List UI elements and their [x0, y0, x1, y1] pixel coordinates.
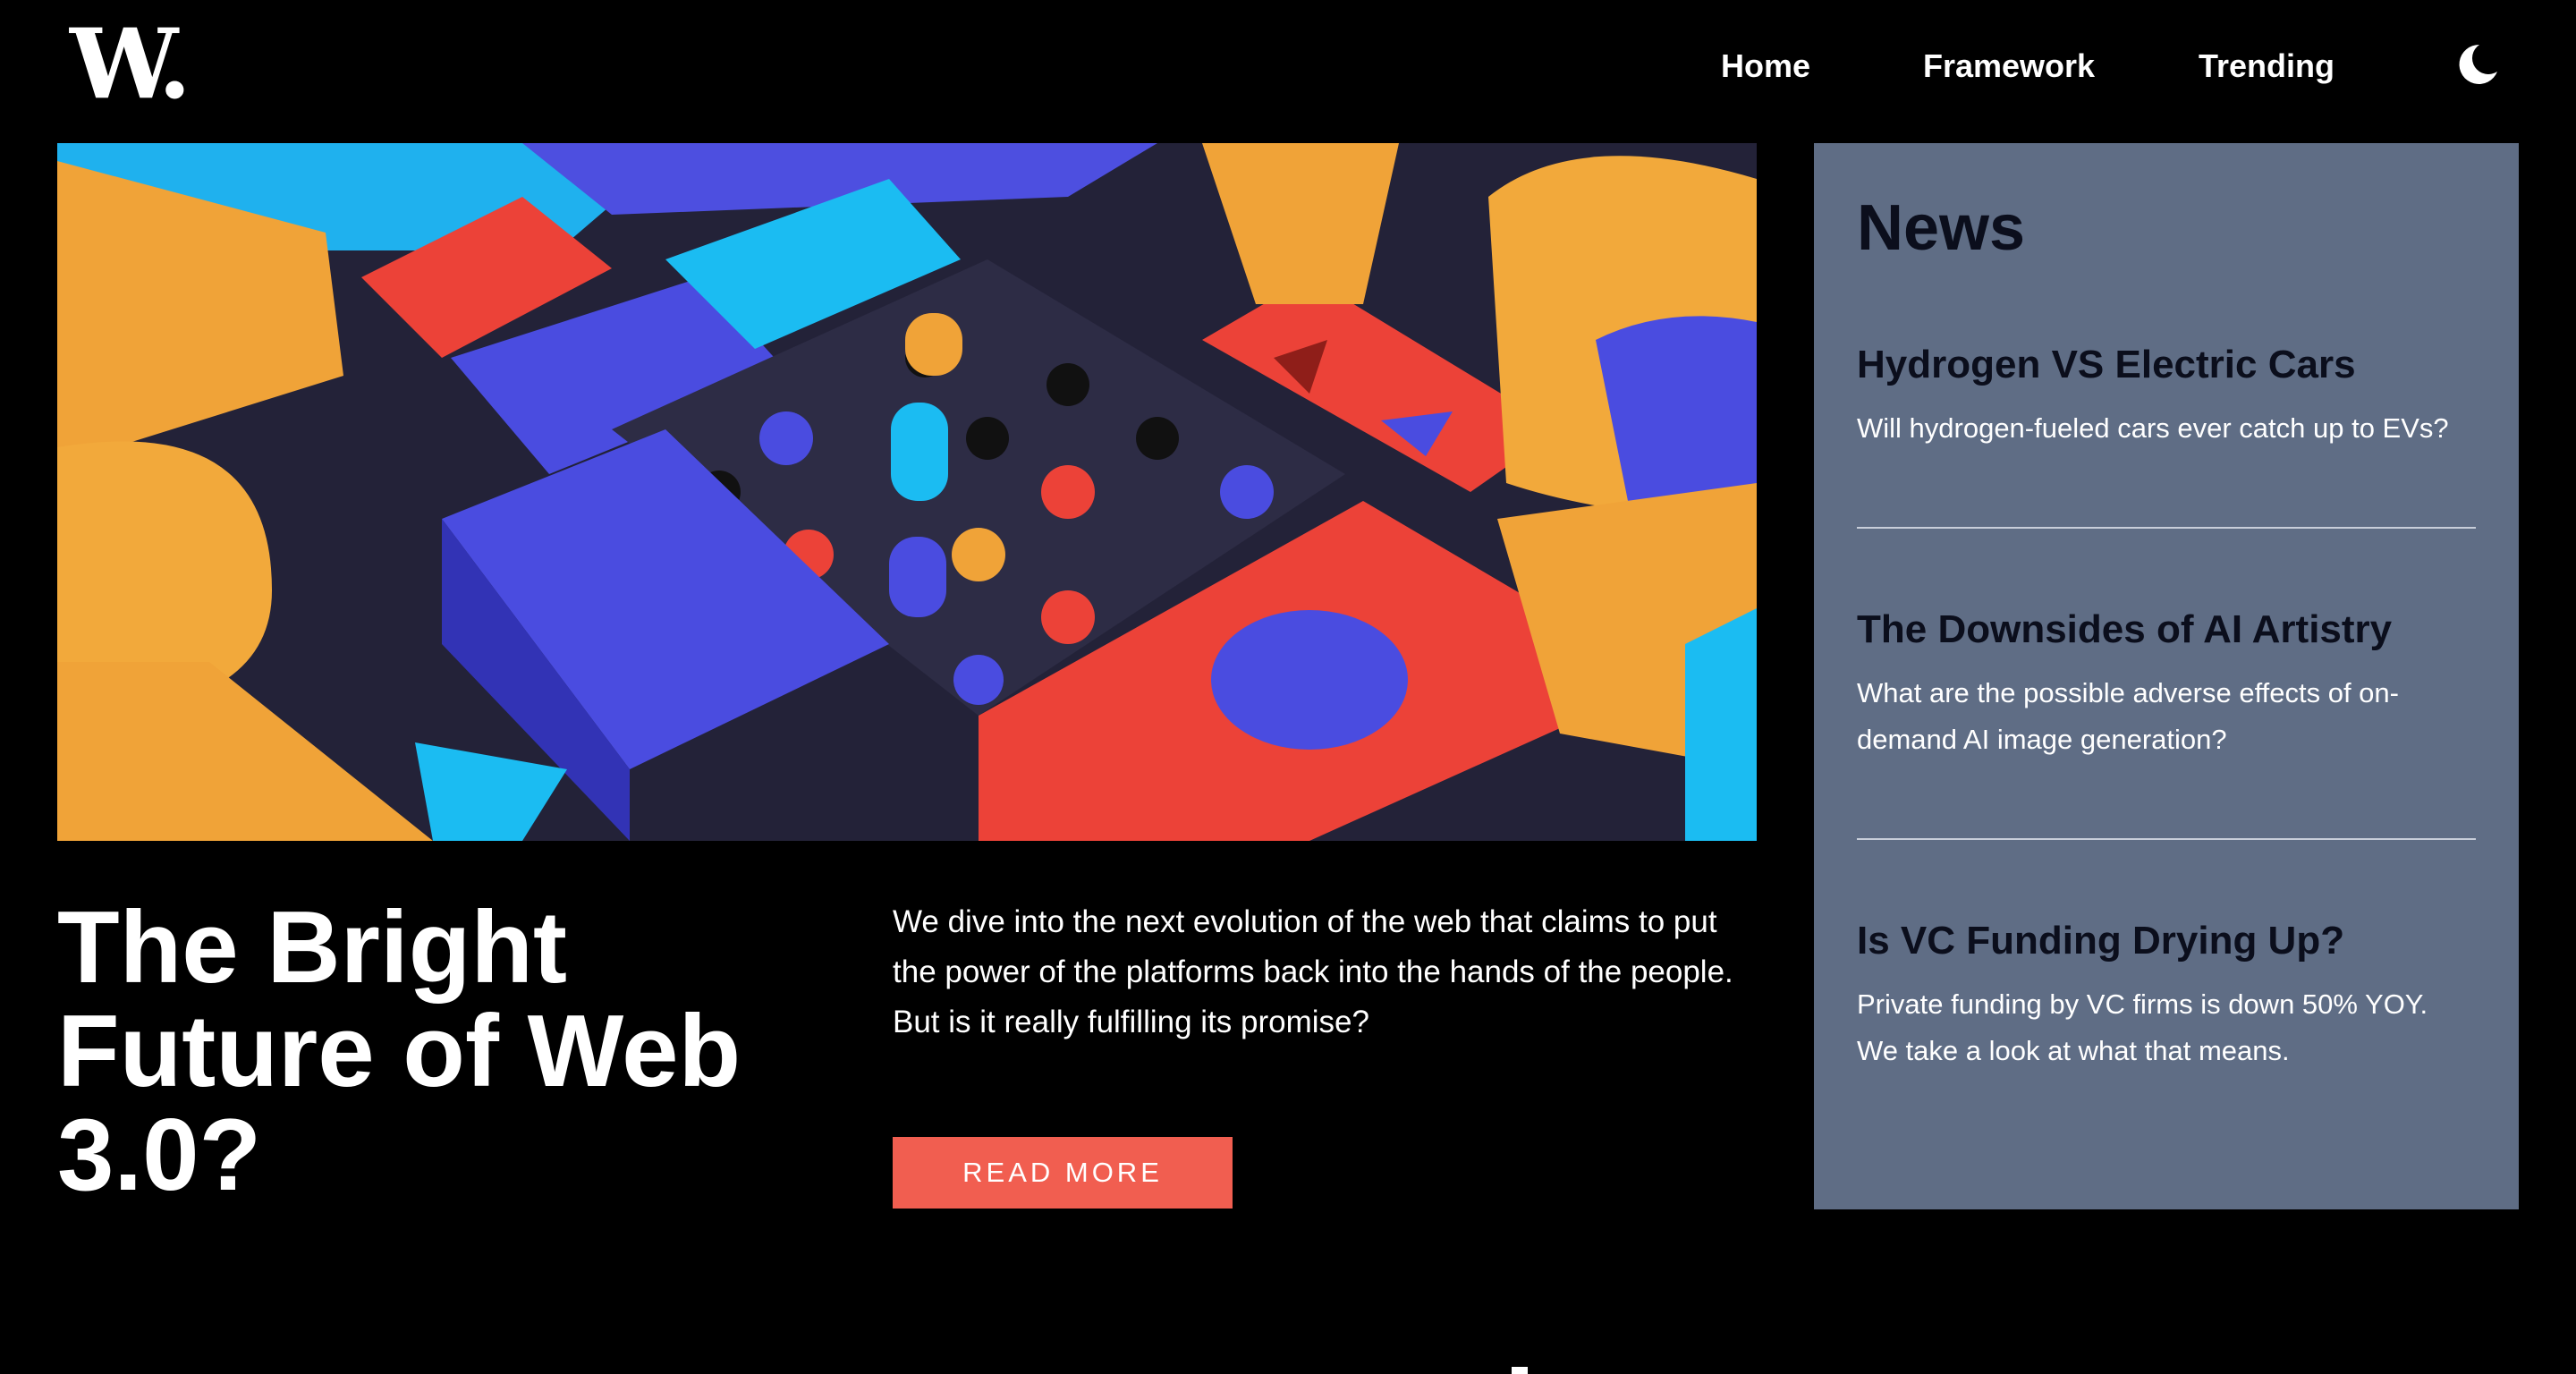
- site-header: W. Home Framework Trending: [0, 0, 2576, 134]
- news-item-title[interactable]: The Downsides of AI Artistry: [1857, 606, 2476, 654]
- news-item[interactable]: Hydrogen VS Electric Cars Will hydrogen-…: [1857, 342, 2476, 452]
- nav-framework-link[interactable]: Framework: [1923, 41, 2095, 91]
- article-headline: The Bright Future of Web 3.0?: [57, 891, 741, 1212]
- nav-home-link[interactable]: Home: [1721, 41, 1810, 91]
- bottom-edge-mark: [1512, 1367, 1528, 1374]
- news-item-summary: Will hydrogen-fueled cars ever catch up …: [1857, 411, 2449, 444]
- theme-toggle-button[interactable]: [2453, 39, 2503, 89]
- news-divider: [1857, 838, 2476, 840]
- nav-trending-link[interactable]: Trending: [2199, 41, 2334, 91]
- abstract-3d-blocks-image: [57, 143, 1757, 841]
- moon-icon: [2459, 44, 2497, 84]
- news-divider: [1857, 527, 2476, 529]
- read-more-button[interactable]: READ MORE: [893, 1137, 1233, 1209]
- news-item-summary: Private funding by VC firms is down 50% …: [1857, 988, 2428, 1066]
- news-item[interactable]: The Downsides of AI Artistry What are th…: [1857, 606, 2476, 763]
- news-panel: News Hydrogen VS Electric Cars Will hydr…: [1814, 143, 2519, 1209]
- news-item[interactable]: Is VC Funding Drying Up? Private funding…: [1857, 918, 2476, 1074]
- news-title: News: [1857, 192, 2026, 264]
- news-item-title[interactable]: Is VC Funding Drying Up?: [1857, 918, 2476, 965]
- news-item-summary: What are the possible adverse effects of…: [1857, 676, 2399, 755]
- main-nav: Home Framework Trending: [0, 41, 2576, 91]
- article-description: We dive into the next evolution of the w…: [893, 904, 1733, 1039]
- news-item-title[interactable]: Hydrogen VS Electric Cars: [1857, 342, 2476, 389]
- hero-image: [57, 143, 1757, 841]
